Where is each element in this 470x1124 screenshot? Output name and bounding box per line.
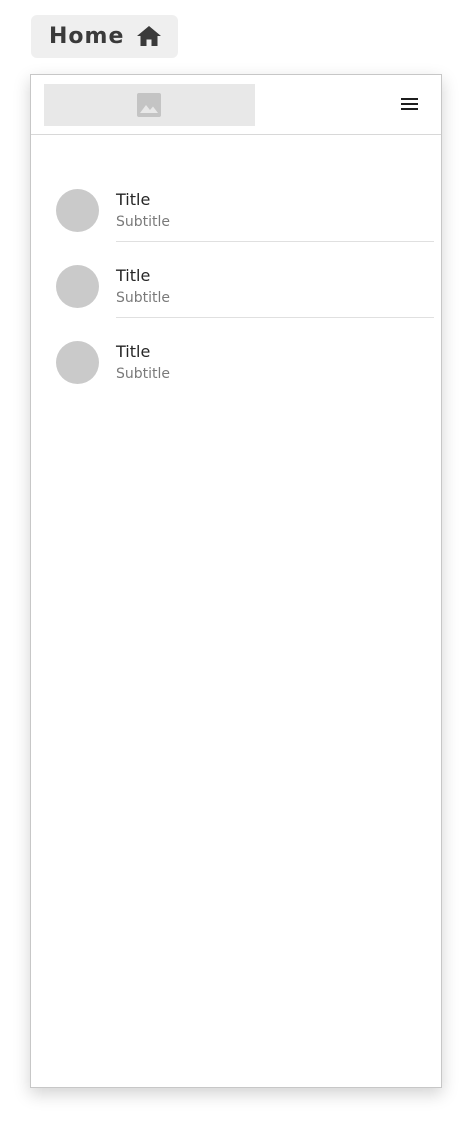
- home-icon: [136, 25, 162, 47]
- avatar: [56, 265, 99, 308]
- list-item-title: Title: [116, 190, 151, 209]
- avatar: [56, 341, 99, 384]
- list-item-title: Title: [116, 266, 151, 285]
- image-icon: [137, 93, 161, 117]
- list: Title Subtitle Title Subtitle Title Subt…: [31, 165, 441, 393]
- home-chip[interactable]: Home: [31, 15, 178, 58]
- logo-placeholder: [44, 84, 255, 126]
- mobile-frame: Title Subtitle Title Subtitle Title Subt…: [30, 74, 442, 1088]
- list-item-subtitle: Subtitle: [116, 214, 171, 230]
- list-item-subtitle: Subtitle: [116, 290, 171, 306]
- list-item[interactable]: Title Subtitle: [31, 241, 441, 318]
- list-item-subtitle: Subtitle: [116, 366, 171, 382]
- list-item[interactable]: Title Subtitle: [31, 165, 441, 242]
- list-item-title: Title: [116, 342, 151, 361]
- list-item[interactable]: Title Subtitle: [31, 317, 441, 393]
- menu-button[interactable]: [395, 93, 425, 117]
- app-bar: [31, 75, 441, 135]
- home-chip-label: Home: [49, 24, 125, 49]
- avatar: [56, 189, 99, 232]
